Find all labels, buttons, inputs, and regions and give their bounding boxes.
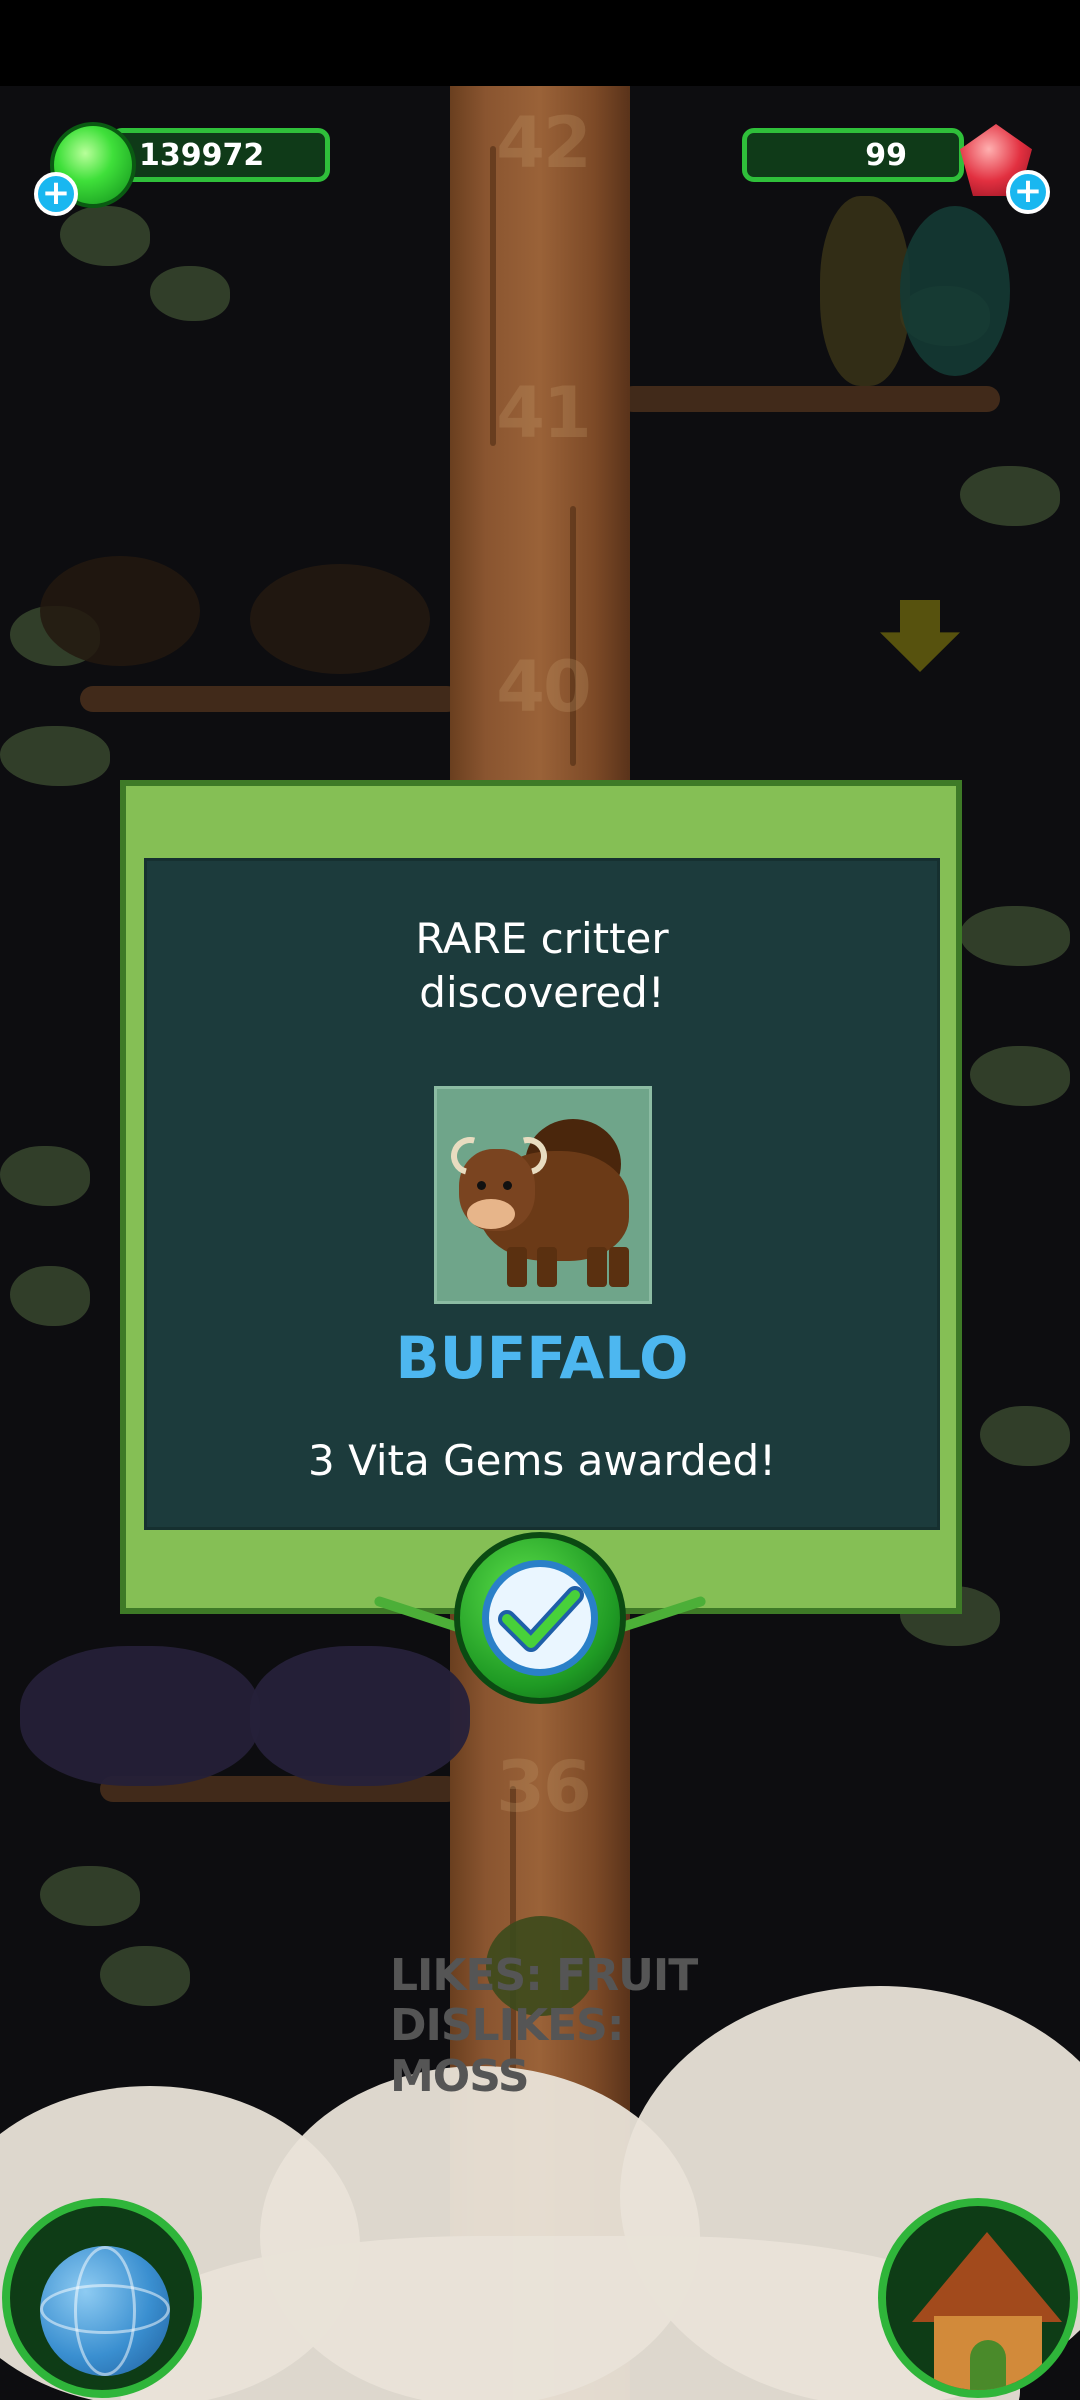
confirm-button[interactable]: [454, 1532, 626, 1704]
leaf-decoration: [60, 206, 150, 266]
popup-heading: RARE critter discovered!: [415, 914, 669, 1017]
height-marker: 42: [496, 102, 591, 184]
wombat-critter[interactable]: [40, 556, 200, 666]
house-icon: [912, 2232, 1062, 2322]
critter-name: BUFFALO: [395, 1324, 689, 1392]
branch: [80, 686, 460, 712]
leaf-decoration: [100, 1946, 190, 2006]
butterfly-critter[interactable]: [900, 206, 1010, 376]
green-currency-value: 139972: [139, 137, 265, 173]
critter-portrait: [434, 1086, 652, 1304]
leaf-decoration: [980, 1406, 1070, 1466]
home-button[interactable]: [878, 2198, 1078, 2398]
status-bar: [0, 0, 1080, 86]
map-button[interactable]: [2, 2198, 202, 2398]
award-text: 3 Vita Gems awarded!: [308, 1436, 776, 1485]
leaf-decoration: [0, 1146, 90, 1206]
leaf-decoration: [960, 906, 1070, 966]
seahorse-critter[interactable]: [820, 196, 910, 386]
height-marker: 40: [496, 646, 591, 728]
rhino-critter[interactable]: [20, 1646, 260, 1786]
leaf-decoration: [150, 266, 230, 321]
leaf-decoration: [0, 726, 110, 786]
critter-dislikes: DISLIKES: MOSS: [390, 2000, 624, 2102]
branch: [620, 386, 1000, 412]
add-gems-button[interactable]: +: [1006, 170, 1050, 214]
leaf-decoration: [960, 466, 1060, 526]
add-currency-button[interactable]: +: [34, 172, 78, 216]
wombat-critter[interactable]: [250, 564, 430, 674]
height-marker: 36: [496, 1746, 591, 1828]
leaf-decoration: [10, 1266, 90, 1326]
gems-bar: 99: [742, 128, 964, 182]
critter-likes: LIKES: FRUIT: [390, 1950, 698, 2001]
leaf-decoration: [40, 1866, 140, 1926]
height-marker: 41: [496, 372, 591, 454]
green-currency-bar: 139972: [110, 128, 330, 182]
globe-icon: [40, 2246, 170, 2376]
rhino-critter[interactable]: [250, 1646, 470, 1786]
gems-value: 99: [865, 137, 907, 173]
checkmark-icon: [482, 1560, 598, 1676]
leaf-decoration: [970, 1046, 1070, 1106]
